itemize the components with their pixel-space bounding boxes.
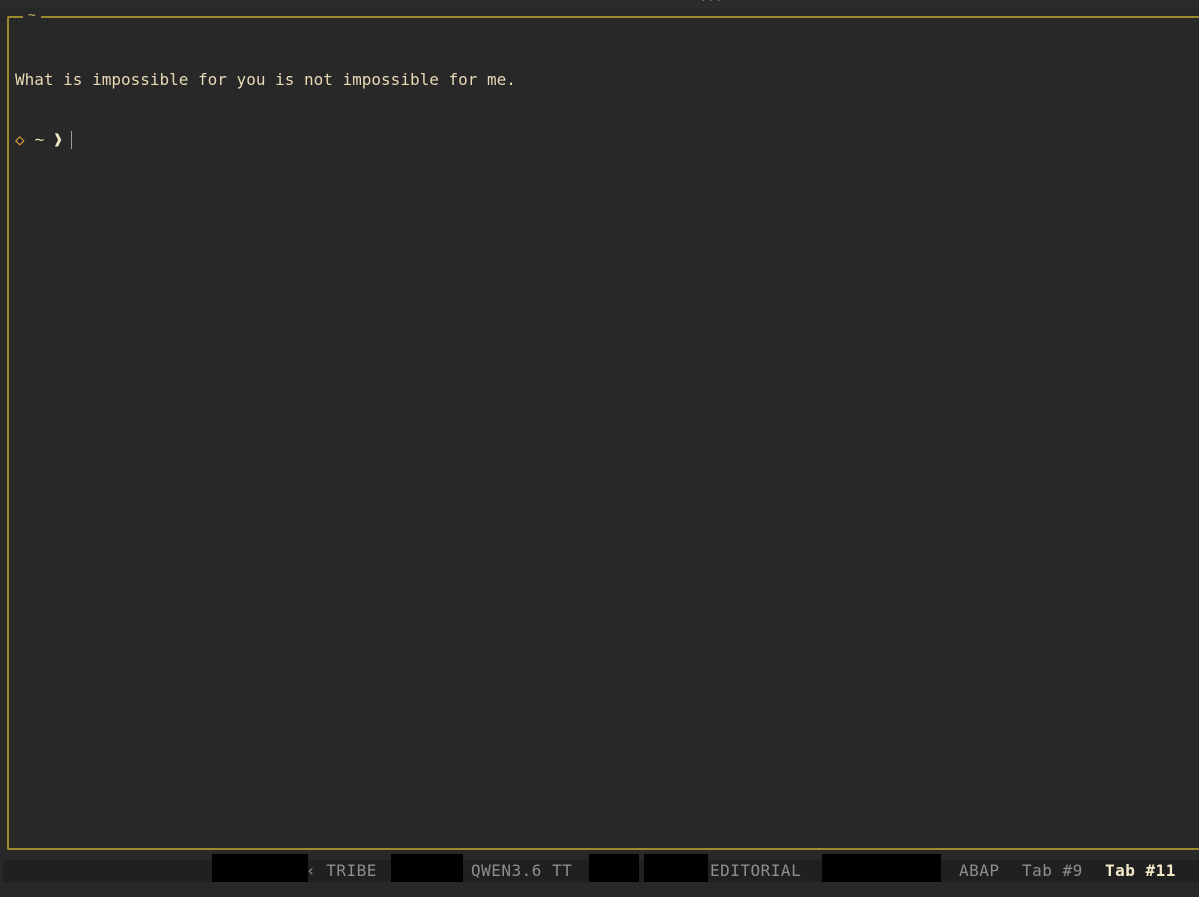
prompt-arrow-icon: ❱: [53, 130, 63, 149]
redacted-tab[interactable]: [589, 854, 639, 882]
tab-tribe[interactable]: ‹ TRIBE: [306, 860, 377, 882]
tab-bar: ‹ TRIBE QWEN3.6 TT EDITORIAL ABAP Tab #9…: [0, 852, 1199, 897]
prompt-diamond-icon: ◇: [15, 130, 25, 149]
prompt-directory: ~: [34, 130, 45, 149]
window-top-strip: ···: [0, 0, 1199, 8]
tab-qwen[interactable]: QWEN3.6 TT: [471, 860, 572, 882]
tab-abap[interactable]: ABAP: [959, 860, 1000, 882]
tab-editorial[interactable]: EDITORIAL: [710, 860, 801, 882]
redacted-tab[interactable]: [391, 854, 463, 882]
prompt-line[interactable]: ◇ ~ ❱: [15, 130, 1189, 150]
redacted-tab[interactable]: [822, 854, 941, 882]
text-cursor: [70, 131, 72, 149]
tab-11-active[interactable]: Tab #11: [1105, 860, 1176, 882]
terminal-output-line: What is impossible for you is not imposs…: [15, 70, 516, 89]
terminal-output-area[interactable]: What is impossible for you is not imposs…: [15, 30, 1189, 190]
terminal-pane[interactable]: ~ What is impossible for you is not impo…: [7, 8, 1199, 850]
redacted-tab[interactable]: [644, 854, 708, 882]
redacted-tab[interactable]: [212, 854, 308, 882]
pane-title: ~: [23, 8, 41, 24]
tab-9[interactable]: Tab #9: [1022, 860, 1083, 882]
drag-handle-icon[interactable]: ···: [700, 0, 722, 7]
